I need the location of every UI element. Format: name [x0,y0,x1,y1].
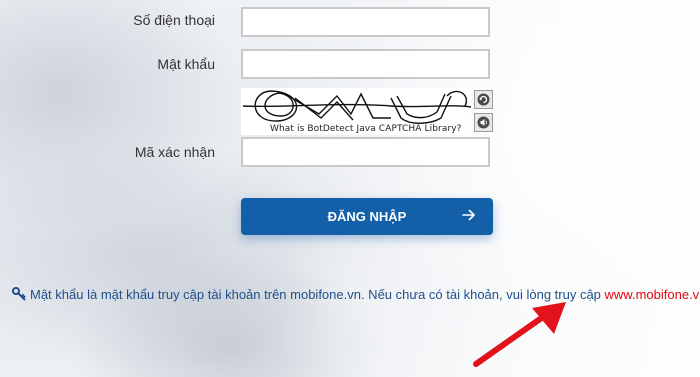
sound-icon[interactable] [474,113,493,132]
refresh-icon[interactable] [474,90,493,109]
captcha-input[interactable] [241,137,490,167]
key-icon [12,287,26,304]
login-button[interactable]: ĐĂNG NHẬP [241,198,493,235]
annotation-arrow [473,302,566,367]
phone-input[interactable] [241,7,490,37]
password-input[interactable] [241,49,490,79]
login-button-label: ĐĂNG NHẬP [327,209,407,224]
password-label: Mật khẩu [157,56,215,72]
arrow-right-icon [461,207,477,226]
captcha-label: Mã xác nhận [134,144,215,160]
phone-label: Số điện thoại [133,12,215,28]
login-info-note: Mật khẩu là mật khẩu truy cập tài khoản … [12,287,700,304]
captcha-help-link[interactable]: What is BotDetect Java CAPTCHA Library? [270,124,462,134]
mobifone-link[interactable]: www.mobifone.vn [605,287,700,302]
